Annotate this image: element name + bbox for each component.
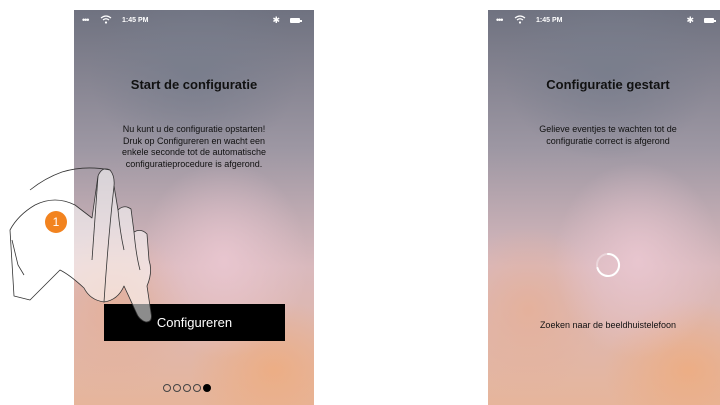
step-number-badge: 1 xyxy=(45,211,67,233)
pointing-hand-icon xyxy=(9,167,152,323)
page-title: Configuratie gestart xyxy=(546,77,670,92)
signal-dots-icon: ••• xyxy=(496,15,504,25)
wait-message-line: Gelieve eventjes te wachten tot de xyxy=(539,124,677,134)
wait-message: Gelieve eventjes te wachten tot de confi… xyxy=(516,124,700,147)
phone-screen-started: ••• 1:45 PM ✱ Configuratie gestart Gelie… xyxy=(488,10,720,405)
status-bar: ••• 1:45 PM ✱ xyxy=(488,10,720,32)
status-time: 1:45 PM xyxy=(536,17,563,24)
battery-icon xyxy=(704,18,716,23)
wait-message-line: configuratie correct is afgerond xyxy=(546,135,670,146)
loading-spinner-icon xyxy=(596,252,621,277)
wifi-icon xyxy=(514,15,526,26)
bluetooth-icon: ✱ xyxy=(686,15,694,25)
search-status-text: Zoeken naar de beeldhuistelefoon xyxy=(539,320,677,330)
